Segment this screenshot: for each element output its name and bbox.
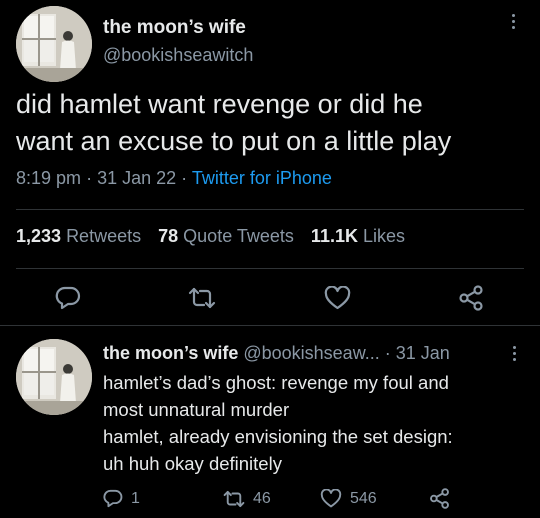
reply-reply-action[interactable]: 1 bbox=[103, 489, 140, 508]
tweet-text: did hamlet want revenge or did he want a… bbox=[16, 86, 451, 160]
reply-text: hamlet’s dad’s ghost: revenge my foul an… bbox=[103, 369, 453, 477]
divider bbox=[0, 325, 540, 326]
share-icon[interactable] bbox=[458, 285, 484, 311]
reply-text-line: hamlet, already envisioning the set desi… bbox=[103, 426, 453, 447]
tweet-text-line: want an excuse to put on a little play bbox=[16, 126, 452, 156]
separator: · bbox=[384, 343, 391, 363]
likes-count: 11.1K bbox=[310, 226, 358, 246]
like-icon bbox=[320, 489, 342, 508]
reply-icon[interactable] bbox=[55, 286, 81, 310]
quotes-count: 78 bbox=[158, 226, 179, 246]
likes-stat[interactable]: 11.1K Likes bbox=[311, 226, 405, 246]
reply-count: 1 bbox=[131, 489, 140, 507]
tweet-date[interactable]: 31 Jan 22 bbox=[97, 168, 176, 188]
likes-label: Likes bbox=[362, 226, 406, 246]
reply-more-icon[interactable] bbox=[513, 346, 516, 361]
retweet-count: 46 bbox=[253, 490, 271, 507]
reply-icon bbox=[103, 489, 123, 508]
avatar[interactable] bbox=[16, 6, 92, 82]
avatar-image bbox=[16, 339, 92, 415]
reply-display-name[interactable]: the moon’s wife bbox=[103, 343, 238, 363]
share-icon[interactable] bbox=[429, 488, 450, 509]
reply-header: the moon’s wife @bookishseaw... · 31 Jan bbox=[103, 343, 450, 364]
engagement-stats: 1,233 Retweets 78 Quote Tweets 11.1K Lik… bbox=[16, 226, 405, 247]
tweet-source[interactable]: Twitter for iPhone bbox=[192, 168, 332, 188]
quotes-stat[interactable]: 78 Quote Tweets bbox=[158, 226, 299, 246]
reply-date[interactable]: 31 Jan bbox=[396, 343, 450, 363]
quotes-label: Quote Tweets bbox=[183, 226, 294, 246]
reply-avatar[interactable] bbox=[16, 339, 92, 415]
like-icon[interactable] bbox=[324, 286, 351, 310]
avatar-image bbox=[16, 6, 92, 82]
handle[interactable]: @bookishseawitch bbox=[103, 45, 253, 66]
reply-like-action[interactable]: 546 bbox=[320, 489, 377, 508]
reply-text-line: most unnatural murder bbox=[103, 399, 290, 420]
separator: · bbox=[181, 168, 188, 188]
reply-handle[interactable]: @bookishseaw... bbox=[243, 343, 379, 363]
tweet-text-line: did hamlet want revenge or did he bbox=[16, 89, 423, 119]
retweets-count: 1,233 bbox=[16, 226, 62, 246]
reply-text-line: hamlet’s dad’s ghost: revenge my foul an… bbox=[103, 372, 449, 393]
separator: · bbox=[86, 168, 93, 188]
reply-retweet-action[interactable]: 46 bbox=[223, 490, 271, 508]
divider bbox=[16, 268, 524, 269]
reply-text-line: uh huh okay definitely bbox=[103, 453, 282, 474]
retweets-stat[interactable]: 1,233 Retweets bbox=[16, 226, 146, 246]
display-name[interactable]: the moon’s wife bbox=[103, 17, 246, 39]
more-icon[interactable] bbox=[512, 14, 515, 29]
retweet-icon[interactable] bbox=[188, 287, 216, 309]
divider bbox=[16, 209, 524, 210]
tweet-time[interactable]: 8:19 pm bbox=[16, 168, 81, 188]
tweet-meta: 8:19 pm · 31 Jan 22 · Twitter for iPhone bbox=[16, 168, 332, 189]
retweets-label: Retweets bbox=[66, 226, 142, 246]
retweet-icon bbox=[223, 490, 245, 508]
like-count: 546 bbox=[350, 489, 377, 507]
